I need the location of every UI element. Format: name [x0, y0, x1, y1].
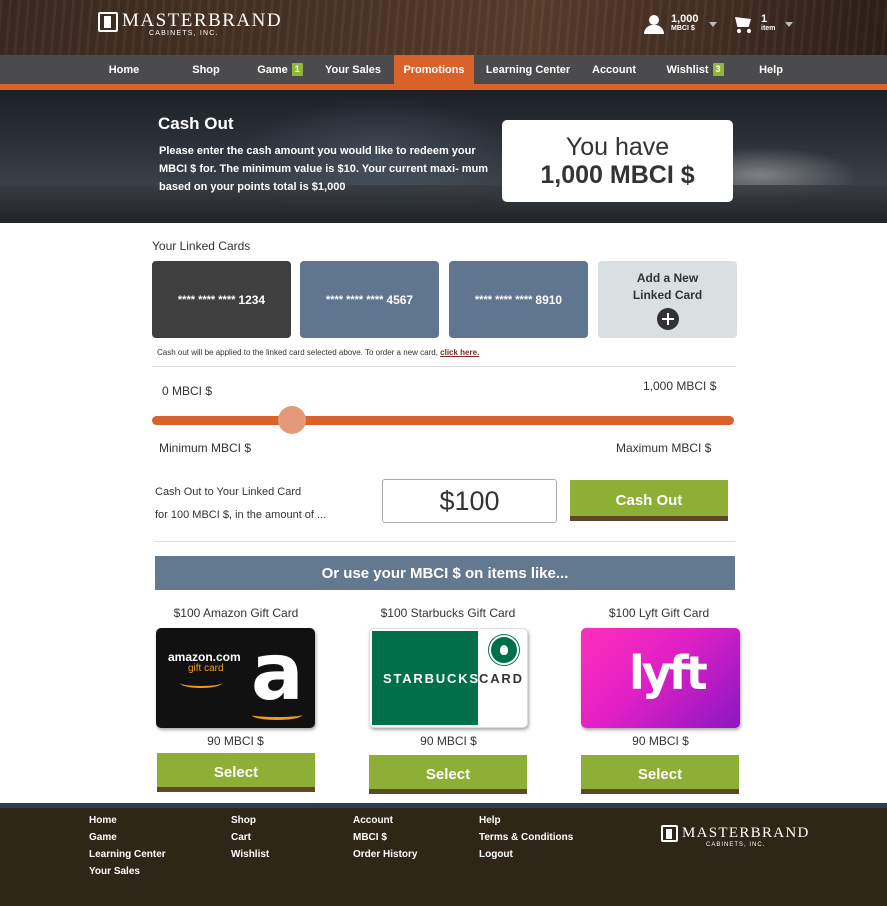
footer-brand-sub: CABINETS, INC.: [706, 842, 766, 848]
nav-item-promotions[interactable]: Promotions: [394, 55, 474, 84]
gift-price-starbucks: 90 MBCI $: [420, 734, 477, 748]
select-starbucks-button[interactable]: Select: [369, 755, 527, 794]
footer-link-mbci[interactable]: MBCI $: [353, 829, 417, 846]
footer-col-2: Shop Cart Wishlist: [231, 812, 269, 863]
gift-price-lyft: 90 MBCI $: [632, 734, 689, 748]
cart-widget[interactable]: 1 item: [733, 13, 794, 34]
footer-link-terms[interactable]: Terms & Conditions: [479, 829, 573, 846]
gift-price-amazon: 90 MBCI $: [207, 734, 264, 748]
footer-col-4: Help Terms & Conditions Logout: [479, 812, 573, 863]
divider: [152, 366, 736, 367]
footer-col-1: Home Game Learning Center Your Sales: [89, 812, 166, 880]
page-title: Cash Out: [158, 114, 234, 133]
brand-logo-icon: [98, 12, 118, 32]
nav-item-your-sales[interactable]: Your Sales: [318, 55, 388, 84]
nav-item-account[interactable]: Account: [584, 55, 644, 84]
slider-min-value: 0 MBCI $: [162, 384, 213, 398]
amazon-arrow-icon: [252, 710, 302, 720]
brand-logo-icon: [661, 825, 678, 842]
balance-line2: 1,000 MBCI $: [540, 161, 695, 189]
linked-cards-label: Your Linked Cards: [152, 239, 251, 253]
slider-max-label: Maximum MBCI $: [616, 441, 712, 455]
footer-link-shop[interactable]: Shop: [231, 812, 269, 829]
footer-col-3: Account MBCI $ Order History: [353, 812, 417, 863]
nav-item-home[interactable]: Home: [89, 55, 159, 84]
mbci-slider-track[interactable]: [152, 416, 734, 425]
brand-sub: CABINETS, INC.: [149, 30, 219, 37]
linked-card-1234[interactable]: **** **** **** 1234: [152, 261, 291, 338]
footer-link-game[interactable]: Game: [89, 829, 166, 846]
balance-line1: You have: [565, 133, 670, 161]
wishlist-badge: 3: [712, 63, 724, 76]
points-unit: MBCI $: [671, 25, 695, 32]
starbucks-gift-card-image[interactable]: STARBUCKS CARD: [369, 628, 528, 728]
nav-item-game[interactable]: Game 1: [245, 55, 315, 84]
cashout-amount-input[interactable]: [382, 479, 557, 523]
plus-circle-icon: [656, 307, 679, 330]
cart-unit: item: [761, 25, 776, 32]
nav-item-shop[interactable]: Shop: [171, 55, 241, 84]
points-widget[interactable]: 1,000 MBCI $: [643, 14, 717, 34]
amazon-a-icon: a: [251, 628, 304, 718]
chevron-down-icon: [708, 21, 717, 27]
main-nav: Home Shop Game 1 Your Sales Promotions Le…: [0, 55, 887, 84]
cash-out-button[interactable]: Cash Out: [570, 480, 728, 521]
divider: [155, 541, 735, 542]
starbucks-card-text: CARD: [479, 671, 524, 686]
linked-card-4567[interactable]: **** **** **** 4567: [300, 261, 439, 338]
brand-logo[interactable]: MASTERBRAND CABINETS, INC.: [98, 11, 282, 37]
order-card-link[interactable]: click here.: [440, 348, 479, 357]
cart-icon: [733, 14, 755, 34]
linked-card-8910[interactable]: **** **** **** 8910: [449, 261, 588, 338]
slider-min-label: Minimum MBCI $: [159, 441, 252, 455]
amazon-smile-icon: [180, 678, 222, 688]
mbci-slider-thumb[interactable]: [277, 406, 306, 434]
footer-link-learning-center[interactable]: Learning Center: [89, 846, 166, 863]
nav-item-learning-center[interactable]: Learning Center: [483, 55, 573, 84]
gift-title-starbucks: $100 Starbucks Gift Card: [380, 606, 516, 620]
linked-card-note: Cash out will be applied to the linked c…: [157, 348, 480, 357]
footer-link-help[interactable]: Help: [479, 812, 573, 829]
footer-link-order-history[interactable]: Order History: [353, 846, 417, 863]
cashout-description: Cash Out to Your Linked Card for 100 MBC…: [155, 486, 327, 521]
cashout-hero: Cash Out Please enter the cash amount yo…: [0, 90, 887, 223]
hero-description: Please enter the cash amount you would l…: [159, 145, 489, 193]
top-header: MASTERBRAND CABINETS, INC. 1,000 MBCI $ …: [0, 0, 887, 55]
user-icon: [643, 14, 665, 34]
brand-name: MASTERBRAND: [122, 10, 283, 31]
footer-link-logout[interactable]: Logout: [479, 846, 573, 863]
footer-brand-logo[interactable]: MASTERBRAND CABINETS, INC.: [661, 825, 810, 848]
footer-link-wishlist[interactable]: Wishlist: [231, 846, 269, 863]
gift-title-lyft: $100 Lyft Gift Card: [608, 606, 710, 620]
gift-title-amazon: $100 Amazon Gift Card: [173, 606, 299, 620]
lyft-gift-card-image[interactable]: lyft: [581, 628, 740, 728]
select-lyft-button[interactable]: Select: [581, 755, 739, 794]
cart-count: 1: [761, 13, 768, 25]
lyft-logo-text: lyft: [629, 646, 708, 700]
amazon-gift-card-image[interactable]: amazon.com gift card a: [156, 628, 315, 728]
footer-link-account[interactable]: Account: [353, 812, 417, 829]
starbucks-logo-text: STARBUCKS: [383, 671, 480, 686]
amazon-logo-text: amazon.com: [168, 650, 241, 664]
footer-brand-name: MASTERBRAND: [682, 825, 810, 841]
slider-max-value: 1,000 MBCI $: [643, 379, 717, 393]
chevron-down-icon: [785, 21, 794, 27]
footer-link-cart[interactable]: Cart: [231, 829, 269, 846]
amazon-logo-sub: gift card: [188, 663, 224, 674]
nav-item-help[interactable]: Help: [748, 55, 794, 84]
points-value: 1,000: [671, 13, 699, 25]
nav-item-wishlist[interactable]: Wishlist 3: [660, 55, 730, 84]
footer-link-home[interactable]: Home: [89, 812, 166, 829]
balance-box: You have 1,000 MBCI $: [502, 120, 733, 202]
game-badge: 1: [291, 63, 303, 76]
add-linked-card-button[interactable]: Add a New Linked Card: [598, 261, 737, 338]
redeem-banner: Or use your MBCI $ on items like...: [155, 556, 735, 590]
footer-link-your-sales[interactable]: Your Sales: [89, 863, 166, 880]
starbucks-siren-icon: [489, 635, 519, 665]
select-amazon-button[interactable]: Select: [157, 753, 315, 792]
